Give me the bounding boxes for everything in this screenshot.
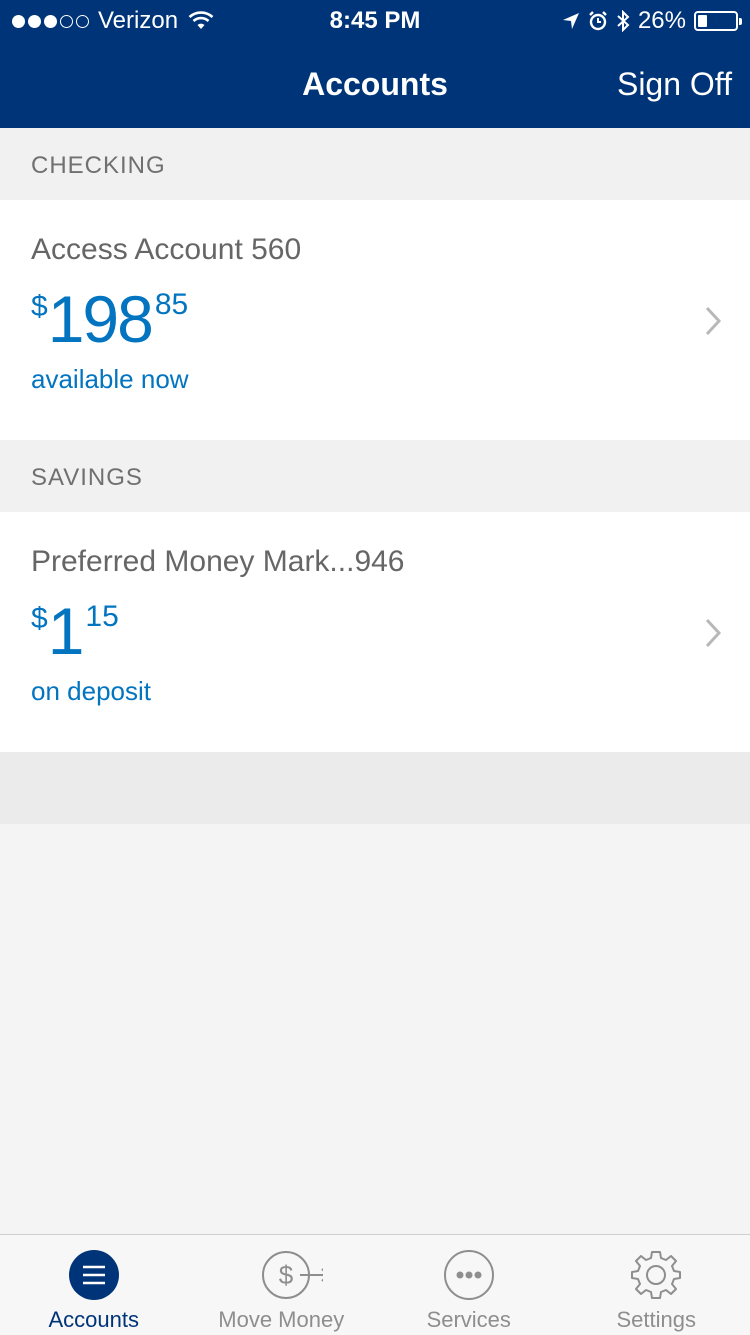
account-name: Access Account 560	[31, 233, 301, 267]
tab-bar: Accounts $ Move Money Services Settings	[0, 1234, 750, 1335]
menu-icon	[68, 1249, 120, 1301]
list-footer-spacer	[0, 752, 750, 824]
account-balance: $115	[31, 598, 119, 664]
account-name: Preferred Money Mark...946	[31, 545, 405, 579]
gear-icon	[630, 1249, 682, 1301]
account-balance: $19885	[31, 286, 188, 352]
tab-label: Move Money	[188, 1307, 376, 1333]
battery-percent: 26%	[638, 7, 686, 35]
currency-symbol: $	[31, 290, 48, 323]
balance-cents: 85	[155, 288, 188, 321]
location-arrow-icon	[562, 12, 580, 30]
tab-move-money[interactable]: $ Move Money	[188, 1235, 376, 1335]
chevron-right-icon	[704, 617, 722, 649]
balance-caption: on deposit	[31, 676, 151, 707]
balance-caption: available now	[31, 364, 189, 395]
balance-dollars: 1	[48, 594, 83, 668]
tab-label: Services	[375, 1307, 563, 1333]
alarm-icon	[588, 11, 608, 31]
status-right: 26%	[562, 7, 738, 35]
status-bar: Verizon 8:45 PM 26%	[0, 0, 750, 40]
bluetooth-icon	[616, 10, 630, 32]
app-header: Verizon 8:45 PM 26%	[0, 0, 750, 128]
section-title: CHECKING	[31, 152, 166, 180]
balance-cents: 15	[85, 600, 118, 633]
tab-label: Settings	[563, 1307, 750, 1333]
currency-symbol: $	[31, 602, 48, 635]
chevron-right-icon	[704, 305, 722, 337]
tab-settings[interactable]: Settings	[563, 1235, 750, 1335]
tab-services[interactable]: Services	[375, 1235, 563, 1335]
sign-off-button[interactable]: Sign Off	[617, 66, 732, 103]
section-header-checking: CHECKING	[0, 128, 750, 200]
more-icon	[443, 1249, 495, 1301]
account-row-checking[interactable]: Access Account 560 $19885 available now	[0, 200, 750, 440]
battery-icon	[694, 11, 738, 31]
svg-text:$: $	[279, 1260, 294, 1290]
balance-dollars: 198	[48, 282, 152, 356]
account-row-savings[interactable]: Preferred Money Mark...946 $115 on depos…	[0, 512, 750, 752]
tab-label: Accounts	[0, 1307, 188, 1333]
section-title: SAVINGS	[31, 464, 143, 492]
section-header-savings: SAVINGS	[0, 440, 750, 512]
move-money-icon: $	[253, 1249, 323, 1301]
tab-accounts[interactable]: Accounts	[0, 1235, 188, 1335]
